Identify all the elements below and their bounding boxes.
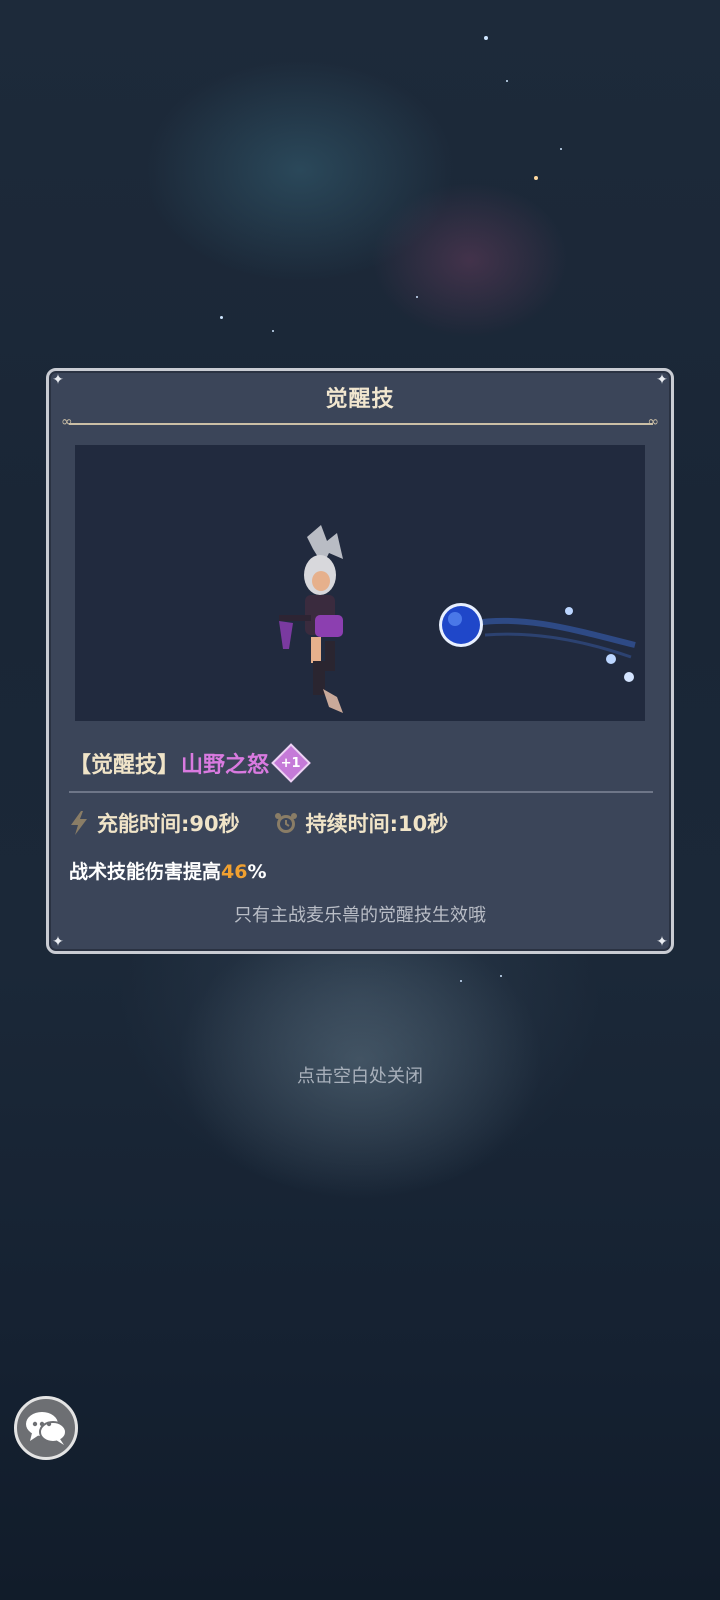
skill-preview [75, 445, 645, 721]
star [500, 975, 502, 977]
charge-time-label: 充能时间:90秒 [97, 812, 240, 836]
duration-label: 持续时间:10秒 [305, 812, 449, 836]
star [560, 148, 562, 150]
star [534, 176, 538, 180]
skill-type-label: 【觉醒技】 [69, 753, 180, 778]
dialog-title: 觉醒技 [325, 387, 395, 412]
duration-stat: 持续时间:10秒 [274, 808, 449, 838]
corner-ornament-icon: ✦ [656, 934, 668, 950]
skill-note: 只有主战麦乐兽的觉醒技生效哦 [234, 905, 486, 926]
star [506, 80, 508, 82]
alarm-clock-icon [274, 813, 297, 833]
lightning-icon [71, 811, 87, 835]
energy-orb [439, 603, 636, 682]
skill-description: 战术技能伤害提高46% [69, 857, 267, 884]
star [272, 330, 274, 332]
scroll-ornament-icon: ∞ [61, 414, 73, 430]
star [220, 316, 223, 319]
close-hint: 点击空白处关闭 [297, 1066, 423, 1087]
corner-ornament-icon: ✦ [52, 934, 64, 950]
title-divider [69, 423, 653, 425]
skill-level-badge: +1 [271, 743, 311, 783]
skill-preview-art [279, 525, 636, 713]
chat-bubbles-icon [26, 1412, 67, 1445]
awakening-skill-dialog: ✦ ✦ ✦ ✦ 觉醒技 ∞ ∞ 【觉醒技】 山野之怒 +1 充能时间:90秒 持… [46, 368, 674, 954]
skill-name-row: 【觉醒技】 山野之怒 +1 [69, 743, 311, 783]
character-sprite [279, 525, 343, 713]
skill-stats: 充能时间:90秒 持续时间:10秒 [69, 801, 448, 845]
section-divider [69, 791, 653, 793]
star [484, 36, 488, 40]
description-text: 战术技能伤害提高 [69, 861, 222, 883]
description-unit: % [247, 861, 267, 883]
description-value: 46 [221, 861, 248, 883]
skill-level-badge-text: +1 [281, 755, 302, 771]
star [416, 296, 418, 298]
skill-name: 山野之怒 [181, 753, 270, 778]
charge-time-stat: 充能时间:90秒 [69, 808, 240, 838]
scroll-ornament-icon: ∞ [647, 414, 659, 430]
star [460, 980, 462, 982]
chat-button[interactable] [14, 1396, 78, 1460]
